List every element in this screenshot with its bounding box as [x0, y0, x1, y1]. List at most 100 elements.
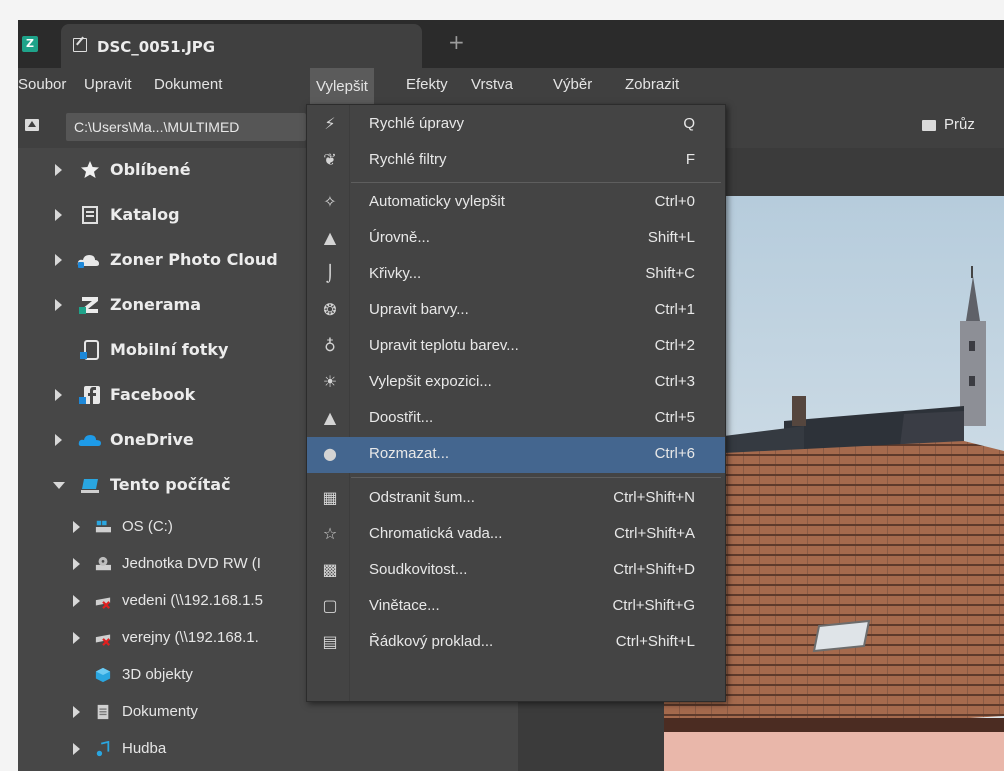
sidebar-item-label: Mobilní fotky [110, 340, 229, 359]
mobile-icon [80, 340, 99, 360]
document-tab[interactable]: DSC_0051.JPG [61, 24, 422, 68]
edit-icon [73, 38, 87, 52]
menu-item-chromaticka-vada[interactable]: ☆ Chromatická vada... Ctrl+Shift+A [307, 517, 725, 553]
menu-item-label: Doostřit... [369, 409, 434, 426]
sharpen-icon: ▲ [323, 408, 337, 427]
expand-arrow-icon[interactable] [55, 209, 62, 221]
menu-vrstva[interactable]: Vrstva [471, 76, 513, 93]
browser-toggle-label[interactable]: Průz [944, 116, 975, 133]
sidebar-item-label: Zoner Photo Cloud [110, 250, 278, 269]
chromatic-icon: ☆ [322, 524, 338, 543]
distortion-icon: ▩ [322, 560, 338, 579]
expand-arrow-icon[interactable] [55, 254, 62, 266]
menu-vylepsit[interactable]: Vylepšit [310, 68, 374, 104]
menu-item-shortcut: Ctrl+3 [654, 373, 695, 390]
vylepsit-dropdown-menu: ⚡ Rychlé úpravy Q ❦ Rychlé filtry F ✧ Au… [306, 104, 726, 702]
menu-item-shortcut: Shift+L [647, 229, 695, 246]
filters-icon: ❦ [323, 150, 337, 169]
menu-item-shortcut: F [685, 151, 695, 168]
sidebar-subitem-label: verejny (\\192.168.1. [122, 629, 259, 646]
sidebar-subitem-label: OS (C:) [122, 518, 173, 535]
menu-item-shortcut: Q [683, 115, 695, 132]
menu-item-shortcut: Ctrl+0 [654, 193, 695, 210]
sidebar-subitem-label: Dokumenty [122, 703, 198, 720]
star-icon [81, 161, 99, 178]
menu-vyber[interactable]: Výběr [553, 76, 592, 93]
network-drive-icon [95, 634, 111, 646]
tab-title: DSC_0051.JPG [97, 38, 216, 56]
menu-upravit[interactable]: Upravit [84, 76, 132, 93]
menu-item-upravit-teplotu[interactable]: ♁ Upravit teplotu barev... Ctrl+2 [307, 329, 725, 365]
menu-zobrazit[interactable]: Zobrazit [625, 76, 679, 93]
open-folder-icon[interactable] [922, 120, 936, 131]
sun-icon: ☀ [322, 372, 338, 391]
menu-item-label: Upravit barvy... [369, 301, 469, 318]
sidebar-subitem-label: Jednotka DVD RW (I [122, 555, 261, 572]
menu-dokument[interactable]: Dokument [154, 76, 222, 93]
cloud-icon [77, 255, 99, 268]
menu-item-radkovy-proklad[interactable]: ▤ Řádkový proklad... Ctrl+Shift+L [307, 625, 725, 661]
folder-up-icon[interactable] [25, 119, 39, 131]
expand-arrow-icon[interactable] [55, 389, 62, 401]
menu-soubor[interactable]: Soubor [18, 76, 66, 93]
expand-arrow-icon[interactable] [73, 632, 80, 644]
expand-arrow-icon[interactable] [73, 521, 80, 533]
sidebar-item-label: Zonerama [110, 295, 201, 314]
menu-item-shortcut: Shift+C [645, 265, 695, 282]
bulb-icon: ♁ [324, 336, 336, 355]
menu-item-vinetace[interactable]: ▢ Vinětace... Ctrl+Shift+G [307, 589, 725, 625]
app-window: Z DSC_0051.JPG + Soubor Upravit Dokument… [18, 20, 1004, 771]
expand-arrow-icon[interactable] [55, 299, 62, 311]
menu-item-label: Chromatická vada... [369, 525, 503, 542]
expand-arrow-icon[interactable] [73, 558, 80, 570]
menu-efekty[interactable]: Efekty [406, 76, 448, 93]
dvd-icon [95, 556, 111, 571]
expand-arrow-icon[interactable] [73, 706, 80, 718]
menu-item-doostrit[interactable]: ▲ Doostřit... Ctrl+5 [307, 401, 725, 437]
menu-item-label: Soudkovitost... [369, 561, 468, 578]
menu-item-krivky[interactable]: ⌡ Křivky... Shift+C [307, 257, 725, 293]
menu-item-label: Vylepšit expozici... [369, 373, 492, 390]
collapse-arrow-icon[interactable] [53, 482, 65, 489]
expand-arrow-icon[interactable] [73, 743, 80, 755]
menu-item-rychle-filtry[interactable]: ❦ Rychlé filtry F [307, 143, 725, 179]
zonerama-icon [79, 297, 98, 314]
menu-item-shortcut: Ctrl+Shift+D [613, 561, 695, 578]
menu-item-shortcut: Ctrl+5 [654, 409, 695, 426]
menu-item-shortcut: Ctrl+Shift+A [614, 525, 695, 542]
menu-item-upravit-barvy[interactable]: ❂ Upravit barvy... Ctrl+1 [307, 293, 725, 329]
menu-item-label: Upravit teplotu barev... [369, 337, 519, 354]
menu-item-rozmazat[interactable]: ● Rozmazat... Ctrl+6 [307, 437, 725, 473]
computer-icon [81, 479, 99, 493]
menu-separator [351, 182, 721, 183]
menu-item-label: Rozmazat... [369, 445, 450, 462]
path-field[interactable]: C:\Users\Ma...\MULTIMED [66, 113, 306, 141]
onedrive-icon [78, 435, 101, 446]
app-logo-icon: Z [22, 36, 38, 52]
menu-item-label: Automaticky vylepšit [369, 193, 505, 210]
menu-separator [351, 477, 721, 478]
sidebar-item-label: Facebook [110, 385, 196, 404]
menu-item-odstranit-sum[interactable]: ▦ Odstranit šum... Ctrl+Shift+N [307, 481, 725, 517]
menu-item-urovne[interactable]: ▲ Úrovně... Shift+L [307, 221, 725, 257]
menu-item-vylepsit-expozici[interactable]: ☀ Vylepšit expozici... Ctrl+3 [307, 365, 725, 401]
noise-icon: ▦ [322, 488, 338, 507]
expand-arrow-icon[interactable] [73, 595, 80, 607]
sidebar-subitem-hudba[interactable]: Hudba [18, 730, 518, 768]
menu-item-soudkovitost[interactable]: ▩ Soudkovitost... Ctrl+Shift+D [307, 553, 725, 589]
expand-arrow-icon[interactable] [55, 434, 62, 446]
path-text: C:\Users\Ma...\MULTIMED [74, 119, 240, 135]
interlace-icon: ▤ [322, 632, 338, 651]
magic-wand-icon: ✧ [323, 192, 337, 211]
expand-arrow-icon[interactable] [55, 164, 62, 176]
menu-item-automaticky-vylepsit[interactable]: ✧ Automaticky vylepšit Ctrl+0 [307, 185, 725, 221]
menu-item-label: Úrovně... [369, 229, 430, 246]
lightning-icon: ⚡ [324, 114, 336, 133]
new-tab-button[interactable]: + [448, 30, 465, 54]
sidebar-item-label: OneDrive [110, 430, 194, 449]
menu-item-shortcut: Ctrl+Shift+L [615, 633, 695, 650]
menu-item-rychle-upravy[interactable]: ⚡ Rychlé úpravy Q [307, 107, 725, 143]
vignette-icon: ▢ [322, 596, 338, 615]
menu-item-shortcut: Ctrl+6 [654, 445, 695, 462]
menu-item-shortcut: Ctrl+Shift+N [613, 489, 695, 506]
